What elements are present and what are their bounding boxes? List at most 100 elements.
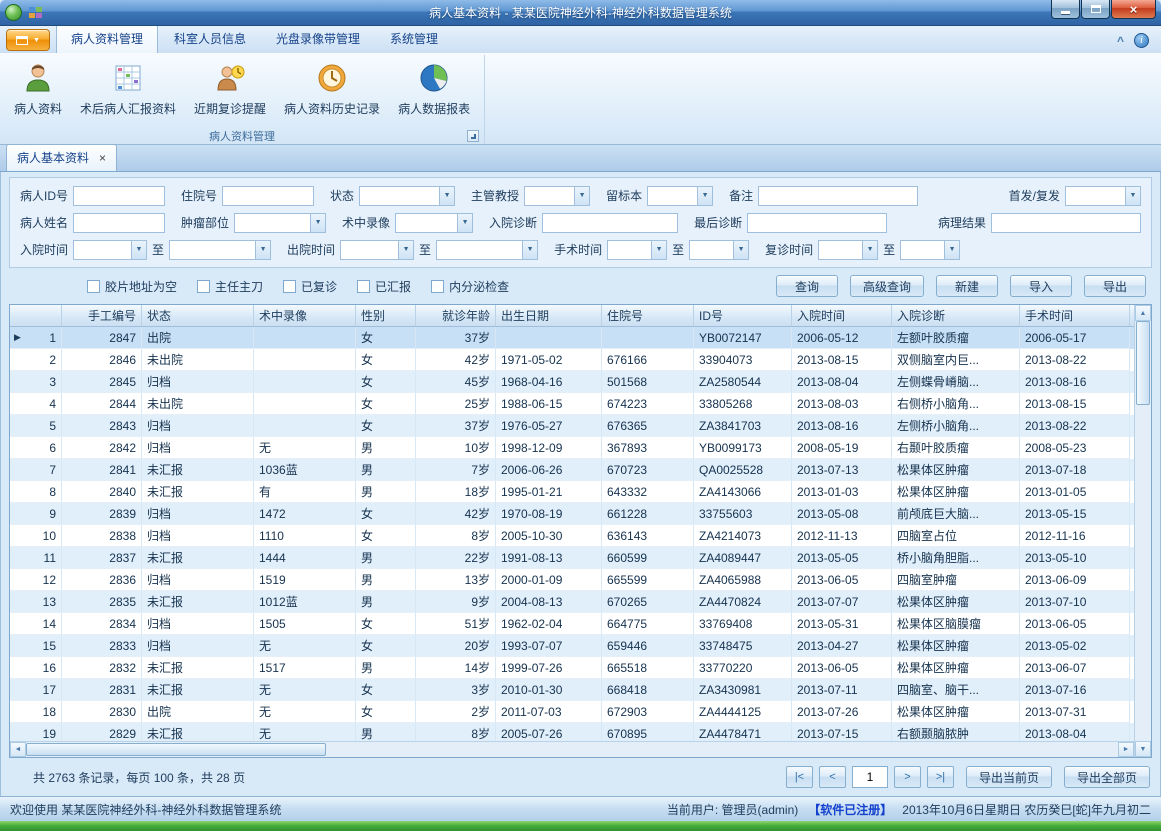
column-header[interactable]: 入院诊断	[892, 305, 1020, 326]
query-button[interactable]: 查询	[776, 275, 838, 297]
chevron-down-icon[interactable]	[398, 241, 413, 259]
scroll-down-icon[interactable]: ▼	[1135, 741, 1151, 757]
ribbon-tab-staff-info[interactable]: 科室人员信息	[160, 25, 260, 53]
tab-patient-basic-data[interactable]: 病人基本资料 ×	[6, 144, 117, 171]
final-diagnosis-input[interactable]	[747, 213, 887, 233]
remark-input[interactable]	[758, 186, 918, 206]
column-header[interactable]: 状态	[142, 305, 254, 326]
quick-access-icon[interactable]	[28, 6, 43, 19]
column-header[interactable]: ID号	[694, 305, 792, 326]
surgery-date-from[interactable]	[607, 240, 667, 260]
revisit-date-from[interactable]	[818, 240, 878, 260]
specimen-select[interactable]	[647, 186, 713, 206]
checkbox-reported[interactable]: 已汇报	[357, 278, 411, 295]
chevron-down-icon[interactable]	[439, 187, 454, 205]
last-page-button[interactable]: >|	[927, 766, 954, 788]
patient-name-input[interactable]	[73, 213, 165, 233]
professor-select[interactable]	[524, 186, 590, 206]
status-select[interactable]	[359, 186, 455, 206]
chevron-down-icon[interactable]	[522, 241, 537, 259]
ribbon-item-patient-data[interactable]: 病人资料	[6, 58, 70, 127]
export-current-page-button[interactable]: 导出当前页	[966, 766, 1052, 788]
checkbox-icon[interactable]	[87, 280, 100, 293]
export-all-pages-button[interactable]: 导出全部页	[1064, 766, 1150, 788]
pathology-input[interactable]	[991, 213, 1141, 233]
discharge-date-to[interactable]	[436, 240, 538, 260]
ribbon-item-revisit-reminder[interactable]: 近期复诊提醒	[186, 58, 274, 127]
table-row[interactable]: 62842归档无男10岁1998-12-09367893YB0099173200…	[10, 437, 1134, 459]
close-button[interactable]: ×	[1111, 0, 1156, 19]
horizontal-scrollbar[interactable]: ◄ ►	[10, 741, 1134, 757]
vertical-scrollbar[interactable]: ▲ ▼	[1134, 305, 1151, 757]
chevron-down-icon[interactable]	[651, 241, 666, 259]
table-row[interactable]: 102838归档1110女8岁2005-10-30636143ZA4214073…	[10, 525, 1134, 547]
table-row[interactable]: ▶12847出院女37岁YB00721472006-05-12左额叶胶质瘤200…	[10, 327, 1134, 349]
chevron-down-icon[interactable]	[944, 241, 959, 259]
tab-close-icon[interactable]: ×	[99, 152, 106, 164]
column-header[interactable]: 入院时间	[792, 305, 892, 326]
ribbon-tab-media-management[interactable]: 光盘录像带管理	[262, 25, 374, 53]
discharge-date-from[interactable]	[340, 240, 414, 260]
checkbox-icon[interactable]	[283, 280, 296, 293]
column-header[interactable]	[10, 305, 62, 326]
column-header[interactable]: 就诊年龄	[416, 305, 496, 326]
registered-badge[interactable]: 【软件已注册】	[808, 801, 892, 818]
table-row[interactable]: 42844未出院女25岁1988-06-15674223338052682013…	[10, 393, 1134, 415]
import-button[interactable]: 导入	[1010, 275, 1072, 297]
scroll-up-icon[interactable]: ▲	[1135, 305, 1151, 321]
chevron-down-icon[interactable]	[733, 241, 748, 259]
admission-date-from[interactable]	[73, 240, 147, 260]
ribbon-item-data-report[interactable]: 病人数据报表	[390, 58, 478, 127]
info-icon[interactable]: i	[1134, 33, 1149, 48]
chevron-down-icon[interactable]	[862, 241, 877, 259]
table-row[interactable]: 122836归档1519男13岁2000-01-09665599ZA406598…	[10, 569, 1134, 591]
table-row[interactable]: 192829未汇报无男8岁2005-07-26670895ZA447847120…	[10, 723, 1134, 741]
surgery-date-to[interactable]	[689, 240, 749, 260]
column-header[interactable]: 术中录像	[254, 305, 356, 326]
ribbon-item-postop-report[interactable]: 术后病人汇报资料	[72, 58, 184, 127]
chevron-down-icon[interactable]	[255, 241, 270, 259]
column-header[interactable]: 出生日期	[496, 305, 602, 326]
patient-id-input[interactable]	[73, 186, 165, 206]
checkbox-chief-surgeon[interactable]: 主任主刀	[197, 278, 263, 295]
checkbox-icon[interactable]	[357, 280, 370, 293]
admission-diagnosis-input[interactable]	[542, 213, 678, 233]
collapse-ribbon-icon[interactable]: ^	[1117, 34, 1124, 48]
vertical-scroll-thumb[interactable]	[1136, 321, 1150, 405]
chevron-down-icon[interactable]	[697, 187, 712, 205]
minimize-button[interactable]	[1051, 0, 1080, 19]
admission-no-input[interactable]	[222, 186, 314, 206]
table-row[interactable]: 182830出院无女2岁2011-07-03672903ZA4444125201…	[10, 701, 1134, 723]
ribbon-tab-system-management[interactable]: 系统管理	[376, 25, 452, 53]
chevron-down-icon[interactable]	[1125, 187, 1140, 205]
checkbox-endocrine-exam[interactable]: 内分泌检查	[431, 278, 509, 295]
checkbox-icon[interactable]	[197, 280, 210, 293]
new-button[interactable]: 新建	[936, 275, 998, 297]
admission-date-to[interactable]	[169, 240, 271, 260]
first-page-button[interactable]: |<	[786, 766, 813, 788]
table-row[interactable]: 112837未汇报1444男22岁1991-08-13660599ZA40894…	[10, 547, 1134, 569]
prev-page-button[interactable]: <	[819, 766, 846, 788]
checkbox-icon[interactable]	[431, 280, 444, 293]
page-number-input[interactable]	[852, 766, 888, 788]
chevron-down-icon[interactable]	[574, 187, 589, 205]
advanced-query-button[interactable]: 高级查询	[850, 275, 924, 297]
column-header[interactable]: 手术时间	[1020, 305, 1130, 326]
scroll-right-icon[interactable]: ►	[1118, 742, 1134, 757]
horizontal-scroll-thumb[interactable]	[26, 743, 326, 756]
video-select[interactable]	[395, 213, 473, 233]
table-row[interactable]: 82840未汇报有男18岁1995-01-21643332ZA414306620…	[10, 481, 1134, 503]
chevron-down-icon[interactable]	[457, 214, 472, 232]
tumor-site-select[interactable]	[234, 213, 326, 233]
revisit-date-to[interactable]	[900, 240, 960, 260]
table-row[interactable]: 162832未汇报1517男14岁1999-07-266655183377022…	[10, 657, 1134, 679]
checkbox-revisited[interactable]: 已复诊	[283, 278, 337, 295]
checkbox-film-address-empty[interactable]: 胶片地址为空	[87, 278, 177, 295]
table-row[interactable]: 52843归档女37岁1976-05-27676365ZA38417032013…	[10, 415, 1134, 437]
table-row[interactable]: 72841未汇报1036蓝男7岁2006-06-26670723QA002552…	[10, 459, 1134, 481]
export-button[interactable]: 导出	[1084, 275, 1146, 297]
scroll-left-icon[interactable]: ◄	[10, 742, 26, 757]
table-row[interactable]: 32845归档女45岁1968-04-16501568ZA25805442013…	[10, 371, 1134, 393]
column-header[interactable]: 手工编号	[62, 305, 142, 326]
app-menu-button[interactable]: ▼	[6, 29, 50, 51]
